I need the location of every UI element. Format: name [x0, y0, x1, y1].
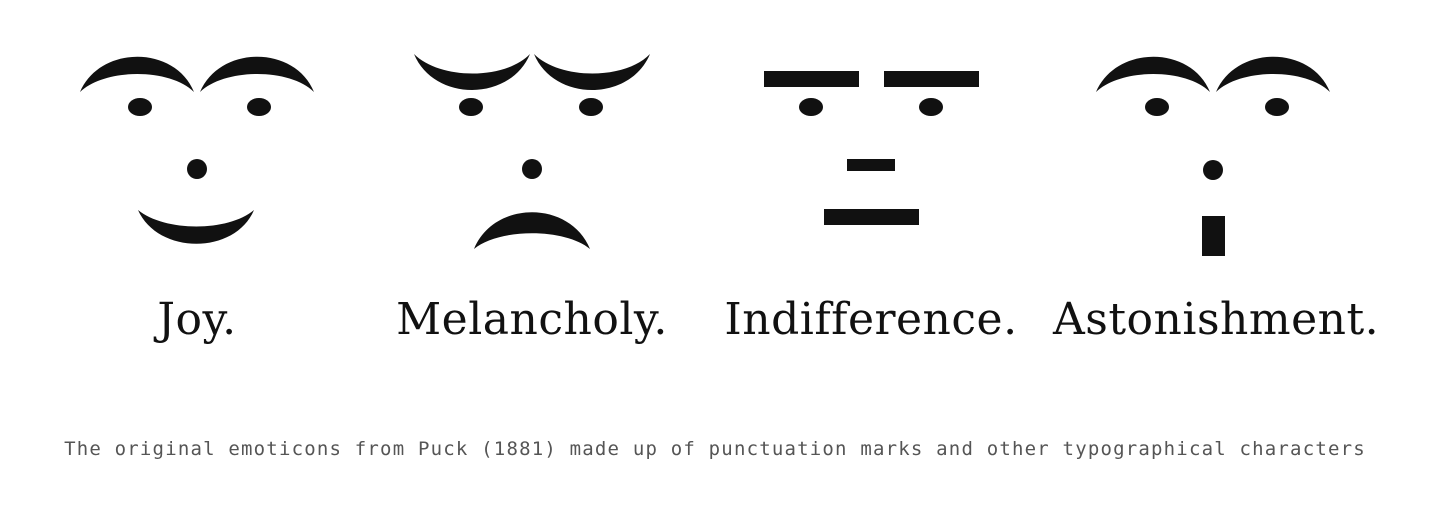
astonishment-right-eye — [1265, 98, 1289, 116]
joy-nose — [187, 159, 207, 179]
joy-left-brow — [80, 56, 194, 92]
joy-right-eye — [247, 98, 271, 116]
melancholy-nose — [522, 159, 542, 179]
melancholy-right-eye — [579, 98, 603, 116]
astonishment-nose — [1203, 160, 1223, 180]
indifference-mouth — [824, 209, 919, 225]
melancholy-left-brow — [414, 54, 530, 90]
melancholy-right-brow — [534, 54, 650, 90]
joy-left-eye — [128, 98, 152, 116]
astonishment-mouth — [1202, 216, 1225, 256]
astonishment-label: Astonishment. — [1053, 294, 1380, 345]
indifference-nose — [847, 159, 895, 171]
indifference-left-brow — [764, 71, 859, 87]
indifference-face-icon — [764, 71, 979, 225]
indifference-left-eye — [799, 98, 823, 116]
indifference-label: Indifference. — [724, 294, 1018, 345]
astonishment-left-brow — [1096, 56, 1210, 92]
joy-face-icon — [80, 56, 314, 244]
indifference-right-eye — [919, 98, 943, 116]
astonishment-right-brow — [1216, 56, 1330, 92]
joy-right-brow — [200, 56, 314, 92]
emoticon-faces-row — [0, 0, 1430, 260]
melancholy-label: Melancholy. — [396, 294, 668, 345]
indifference-right-brow — [884, 71, 979, 87]
joy-mouth — [138, 210, 254, 244]
joy-label: Joy. — [157, 294, 237, 345]
melancholy-face-icon — [414, 54, 650, 249]
melancholy-left-eye — [459, 98, 483, 116]
emoticon-illustration — [80, 54, 1330, 256]
image-caption: The original emoticons from Puck (1881) … — [64, 438, 1366, 460]
astonishment-face-icon — [1096, 56, 1330, 256]
astonishment-left-eye — [1145, 98, 1169, 116]
melancholy-mouth — [474, 212, 590, 249]
